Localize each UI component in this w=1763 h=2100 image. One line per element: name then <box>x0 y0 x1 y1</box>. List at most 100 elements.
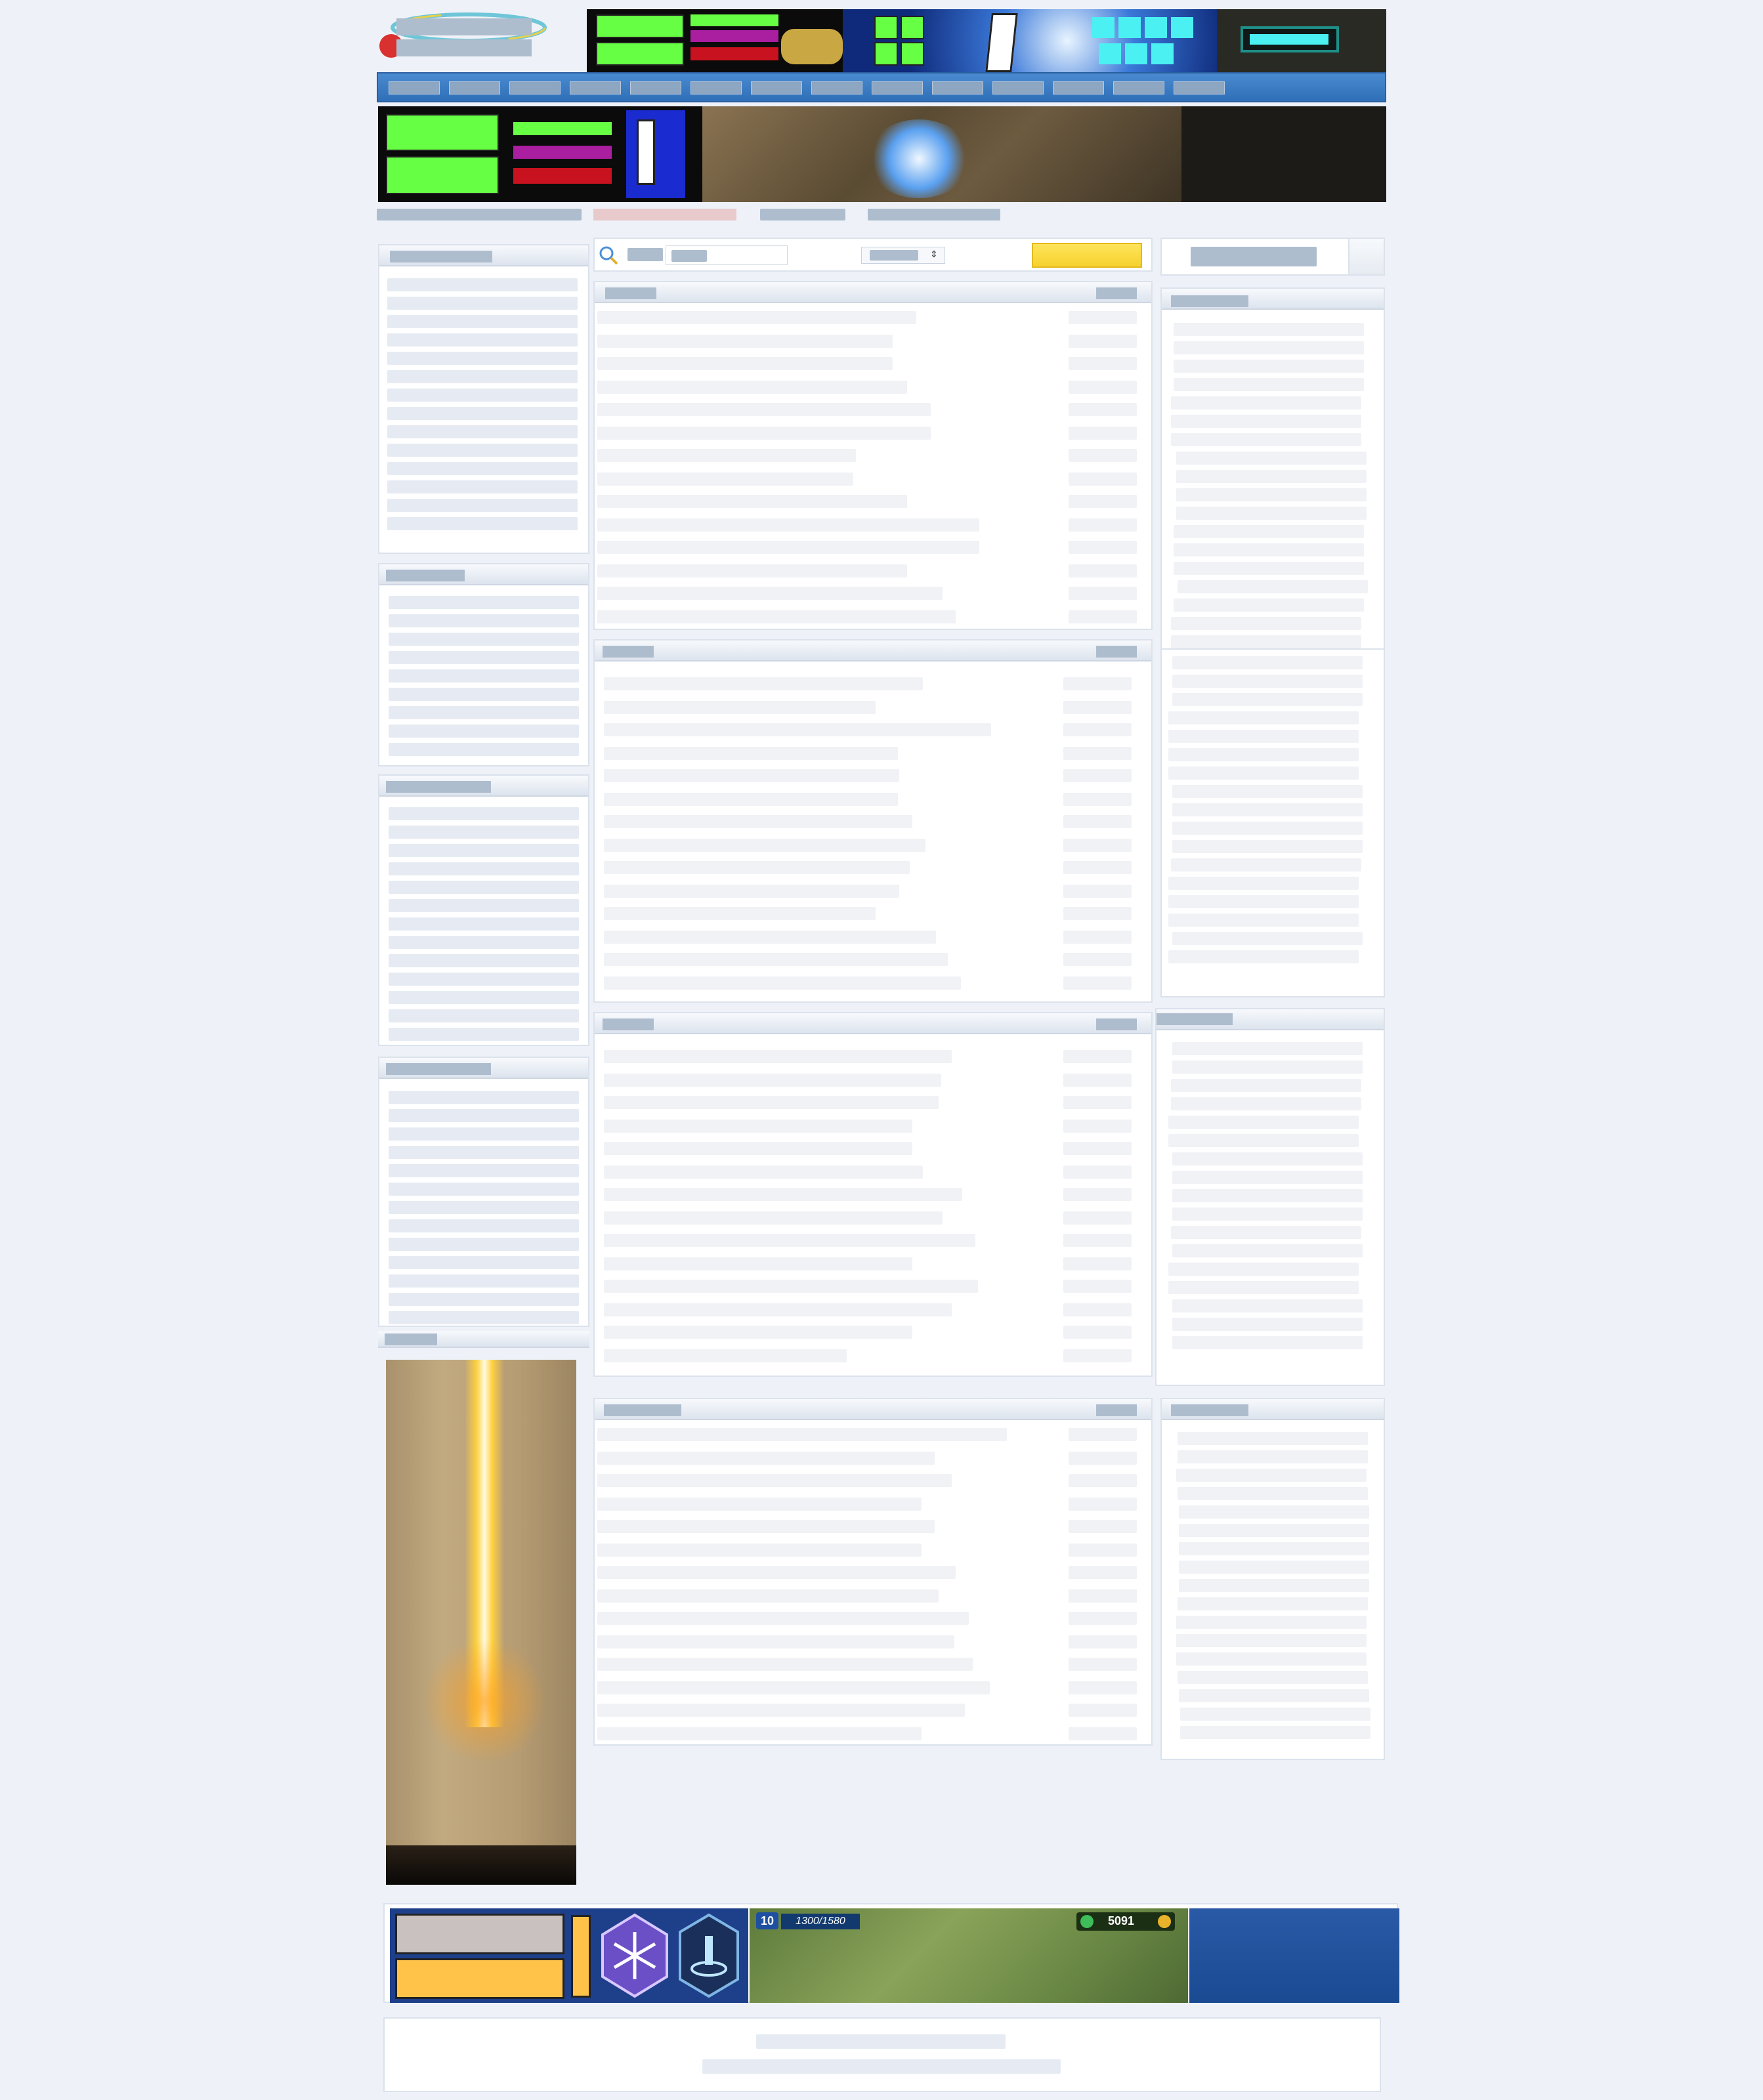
list-item[interactable] <box>387 444 578 457</box>
list-item[interactable] <box>597 449 856 462</box>
list-item[interactable] <box>1168 730 1359 743</box>
list-item[interactable] <box>1168 1263 1359 1276</box>
list-item[interactable] <box>389 1091 579 1104</box>
right-tab-button[interactable] <box>1162 239 1349 274</box>
list-item[interactable] <box>1171 1079 1361 1092</box>
list-item[interactable] <box>1179 1505 1369 1519</box>
list-item[interactable] <box>604 1349 847 1362</box>
list-item[interactable] <box>1168 950 1359 963</box>
nav-item[interactable] <box>389 81 440 94</box>
list-item[interactable] <box>389 1256 579 1269</box>
nav-item[interactable] <box>449 81 500 94</box>
list-item[interactable] <box>387 333 578 346</box>
list-item[interactable] <box>389 936 579 949</box>
list-item[interactable] <box>597 610 956 623</box>
nav-item[interactable] <box>690 81 742 94</box>
list-item[interactable] <box>597 1635 954 1648</box>
list-item[interactable] <box>389 669 579 682</box>
nav-item[interactable] <box>992 81 1044 94</box>
list-item[interactable] <box>1172 785 1363 798</box>
list-item[interactable] <box>1172 840 1363 853</box>
list-item[interactable] <box>597 564 907 578</box>
list-item[interactable] <box>389 633 579 646</box>
list-item[interactable] <box>1168 1116 1359 1129</box>
list-item[interactable] <box>389 743 579 756</box>
list-item[interactable] <box>597 1727 922 1740</box>
list-item[interactable] <box>1178 1487 1368 1500</box>
list-item[interactable] <box>389 1146 579 1159</box>
list-item[interactable] <box>389 688 579 701</box>
list-item[interactable] <box>604 1280 978 1293</box>
list-item[interactable] <box>1179 1561 1369 1574</box>
search-icon[interactable] <box>597 244 620 266</box>
list-item[interactable] <box>1176 488 1367 501</box>
nav-item[interactable] <box>1053 81 1104 94</box>
list-item[interactable] <box>597 357 893 370</box>
list-item[interactable] <box>597 518 979 532</box>
list-item[interactable] <box>1172 803 1363 816</box>
list-item[interactable] <box>387 388 578 402</box>
list-item[interactable] <box>389 1109 579 1122</box>
list-item[interactable] <box>1172 822 1363 835</box>
list-item[interactable] <box>1179 1689 1369 1702</box>
list-item[interactable] <box>597 1474 952 1487</box>
list-item[interactable] <box>1174 562 1364 575</box>
list-item[interactable] <box>597 335 893 348</box>
list-item[interactable] <box>1171 415 1361 428</box>
nav-item[interactable] <box>1113 81 1164 94</box>
list-item[interactable] <box>597 403 931 416</box>
list-item[interactable] <box>604 953 948 966</box>
sub-link[interactable] <box>377 209 582 220</box>
list-item[interactable] <box>1172 1171 1363 1184</box>
search-button[interactable] <box>1032 243 1142 268</box>
list-item[interactable] <box>604 1142 912 1155</box>
list-item[interactable] <box>1168 895 1359 908</box>
list-item[interactable] <box>604 1120 912 1133</box>
list-item[interactable] <box>389 1127 579 1141</box>
list-item[interactable] <box>1180 1708 1370 1721</box>
list-item[interactable] <box>604 976 961 990</box>
list-item[interactable] <box>597 1520 935 1533</box>
list-item[interactable] <box>597 1704 965 1717</box>
nav-item[interactable] <box>811 81 862 94</box>
list-item[interactable] <box>1176 470 1367 483</box>
list-item[interactable] <box>1172 1244 1363 1257</box>
list-item[interactable] <box>597 1498 922 1511</box>
list-item[interactable] <box>597 495 907 508</box>
list-item[interactable] <box>1171 617 1361 630</box>
promo-banner[interactable] <box>378 106 1386 202</box>
nav-item[interactable] <box>872 81 923 94</box>
nav-item[interactable] <box>570 81 621 94</box>
list-item[interactable] <box>597 427 931 440</box>
list-item[interactable] <box>1172 1336 1363 1349</box>
list-item[interactable] <box>1174 323 1364 336</box>
list-item[interactable] <box>389 844 579 857</box>
list-item[interactable] <box>389 1293 579 1306</box>
list-item[interactable] <box>1178 1597 1368 1610</box>
list-item[interactable] <box>387 370 578 383</box>
list-item[interactable] <box>604 1096 939 1109</box>
nav-item[interactable] <box>751 81 802 94</box>
list-item[interactable] <box>389 1238 579 1251</box>
list-item[interactable] <box>387 517 578 530</box>
list-item[interactable] <box>597 472 853 486</box>
list-item[interactable] <box>387 352 578 365</box>
list-item[interactable] <box>1168 877 1359 890</box>
list-item[interactable] <box>1176 1634 1367 1647</box>
list-item[interactable] <box>389 899 579 912</box>
search-input[interactable] <box>666 245 788 265</box>
site-logo[interactable] <box>377 9 567 72</box>
list-item[interactable] <box>597 1681 990 1694</box>
list-item[interactable] <box>597 381 907 394</box>
nav-item[interactable] <box>1174 81 1225 94</box>
list-item[interactable] <box>597 1544 922 1557</box>
list-item[interactable] <box>1176 1469 1367 1482</box>
list-item[interactable] <box>604 701 876 714</box>
list-item[interactable] <box>1178 1432 1368 1445</box>
list-item[interactable] <box>1172 1060 1363 1074</box>
list-item[interactable] <box>389 807 579 820</box>
list-item[interactable] <box>1171 858 1361 872</box>
list-item[interactable] <box>1176 1616 1367 1629</box>
list-item[interactable] <box>597 587 943 600</box>
list-item[interactable] <box>604 1050 952 1063</box>
